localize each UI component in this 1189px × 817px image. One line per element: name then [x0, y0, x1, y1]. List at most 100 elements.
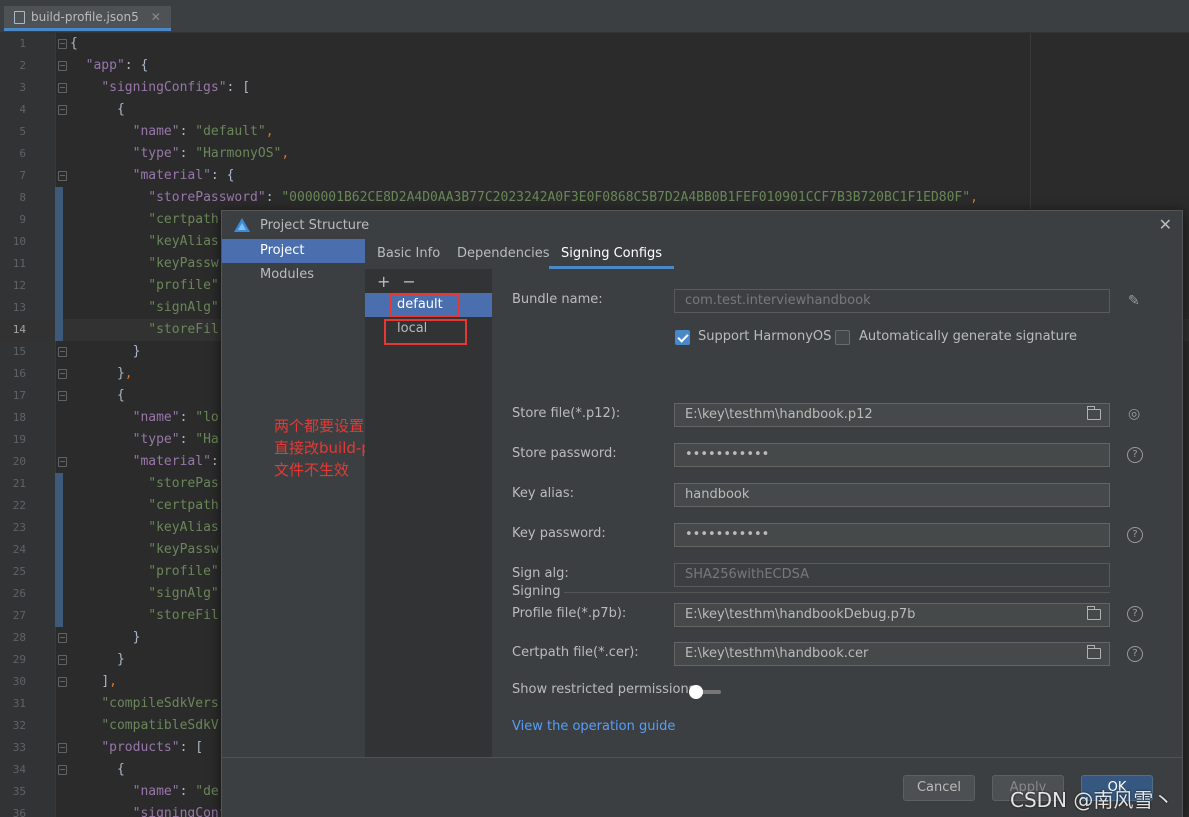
add-config-icon[interactable]: + [377, 272, 390, 291]
vcs-change-marker[interactable] [55, 275, 63, 297]
line-number: 9 [19, 213, 26, 226]
support-harmonyos-label: Support HarmonyOS [698, 329, 832, 344]
fold-toggle-icon[interactable] [58, 61, 67, 71]
list-toolbar: + − [365, 269, 492, 293]
nav-item-modules[interactable]: Modules [222, 263, 365, 287]
fold-toggle-icon[interactable] [58, 105, 67, 115]
profile-file-value: E:\key\testhm\handbookDebug.p7b [685, 607, 916, 622]
code-text: "keyAlias [148, 520, 219, 535]
line-number: 23 [12, 521, 26, 534]
vcs-change-marker[interactable] [55, 297, 63, 319]
deveco-logo-icon [234, 218, 250, 232]
fold-toggle-icon[interactable] [58, 39, 67, 49]
remove-config-icon[interactable]: − [402, 272, 415, 291]
vcs-change-marker[interactable] [55, 583, 63, 605]
restricted-permissions-toggle[interactable] [689, 685, 723, 699]
line-number: 30 [12, 675, 26, 688]
browse-folder-icon[interactable] [1087, 406, 1101, 420]
line-number: 1 [19, 37, 26, 50]
csdn-watermark: CSDN @南风雪丶 [1010, 788, 1174, 812]
line-number: 5 [19, 125, 26, 138]
browse-folder-icon[interactable] [1087, 606, 1101, 620]
help-icon[interactable]: ? [1127, 447, 1143, 463]
fold-toggle-icon[interactable] [58, 391, 67, 401]
fold-toggle-icon[interactable] [58, 677, 67, 687]
dialog-title: Project Structure [260, 217, 370, 233]
key-alias-field[interactable]: handbook [674, 483, 1110, 507]
fold-toggle-icon[interactable] [58, 655, 67, 665]
fold-toggle-icon[interactable] [58, 743, 67, 753]
file-tab[interactable]: build-profile.json5 ✕ [4, 6, 171, 31]
json-file-icon [14, 10, 25, 24]
code-text: "keyAlias [148, 234, 219, 249]
store-password-label: Store password: [512, 446, 617, 461]
fold-toggle-icon[interactable] [58, 347, 67, 357]
section-divider [564, 592, 1110, 593]
line-number: 28 [12, 631, 26, 644]
auto-sign-checkbox[interactable] [835, 330, 850, 345]
vcs-change-marker[interactable] [55, 517, 63, 539]
code-text: } [132, 344, 141, 359]
line-number: 24 [12, 543, 26, 556]
certpath-field[interactable]: E:\key\testhm\handbook.cer [674, 642, 1110, 666]
dialog-close-icon[interactable]: ✕ [1159, 215, 1172, 234]
operation-guide-link[interactable]: View the operation guide [512, 719, 675, 734]
fold-toggle-icon[interactable] [58, 633, 67, 643]
vcs-change-marker[interactable] [55, 253, 63, 275]
edit-pencil-icon[interactable]: ✎ [1128, 293, 1140, 309]
certpath-value: E:\key\testhm\handbook.cer [685, 646, 869, 661]
bundle-name-label: Bundle name: [512, 292, 603, 307]
help-icon[interactable]: ? [1127, 646, 1143, 662]
vcs-change-marker[interactable] [55, 319, 63, 341]
tab-signing-configs[interactable]: Signing Configs [549, 239, 675, 269]
tab-dependencies[interactable]: Dependencies [445, 239, 562, 269]
fold-toggle-icon[interactable] [58, 369, 67, 379]
sign-alg-field: SHA256withECDSA [674, 563, 1110, 587]
code-text: "profile" [148, 564, 219, 579]
vcs-change-marker[interactable] [55, 561, 63, 583]
nav-item-project[interactable]: Project [222, 239, 365, 263]
tab-basic-info[interactable]: Basic Info [365, 239, 452, 269]
code-text: "storePas [148, 476, 219, 491]
vcs-change-marker[interactable] [55, 231, 63, 253]
project-structure-dialog: Project Structure ✕ Project Modules 两个都要… [221, 210, 1183, 817]
line-number: 19 [12, 433, 26, 446]
cancel-button[interactable]: Cancel [903, 775, 975, 801]
vcs-change-marker[interactable] [55, 605, 63, 627]
store-file-field[interactable]: E:\key\testhm\handbook.p12 [674, 403, 1110, 427]
line-number: 21 [12, 477, 26, 490]
line-number: 35 [12, 785, 26, 798]
highlight-box-default [390, 293, 460, 317]
profile-file-field[interactable]: E:\key\testhm\handbookDebug.p7b [674, 603, 1110, 627]
vcs-change-marker[interactable] [55, 539, 63, 561]
dialog-title-bar: Project Structure [222, 211, 1182, 239]
code-text: "storeFil [148, 608, 219, 623]
fingerprint-icon[interactable]: ◎ [1128, 406, 1140, 422]
code-text: { [70, 36, 78, 51]
vcs-change-marker[interactable] [55, 473, 63, 495]
fold-toggle-icon[interactable] [58, 171, 67, 181]
help-icon[interactable]: ? [1127, 606, 1143, 622]
sign-alg-label: Sign alg: [512, 566, 569, 581]
vcs-change-marker[interactable] [55, 495, 63, 517]
store-password-field[interactable]: ••••••••••• [674, 443, 1110, 467]
fold-toggle-icon[interactable] [58, 83, 67, 93]
vcs-change-marker[interactable] [55, 209, 63, 231]
browse-folder-icon[interactable] [1087, 645, 1101, 659]
code-text: }, [116, 366, 133, 381]
toggle-knob [689, 685, 703, 699]
fold-toggle-icon[interactable] [58, 457, 67, 467]
line-number: 11 [12, 257, 26, 270]
certpath-label: Certpath file(*.cer): [512, 645, 639, 660]
line-number: 17 [12, 389, 26, 402]
key-password-label: Key password: [512, 526, 606, 541]
help-icon[interactable]: ? [1127, 527, 1143, 543]
key-password-field[interactable]: ••••••••••• [674, 523, 1110, 547]
support-harmonyos-checkbox[interactable] [675, 330, 690, 345]
vcs-change-marker[interactable] [55, 187, 63, 209]
fold-toggle-icon[interactable] [58, 765, 67, 775]
line-number: 36 [12, 807, 26, 817]
store-file-label: Store file(*.p12): [512, 406, 621, 421]
signing-section-title: Signing [512, 584, 561, 599]
close-tab-icon[interactable]: ✕ [151, 10, 161, 24]
